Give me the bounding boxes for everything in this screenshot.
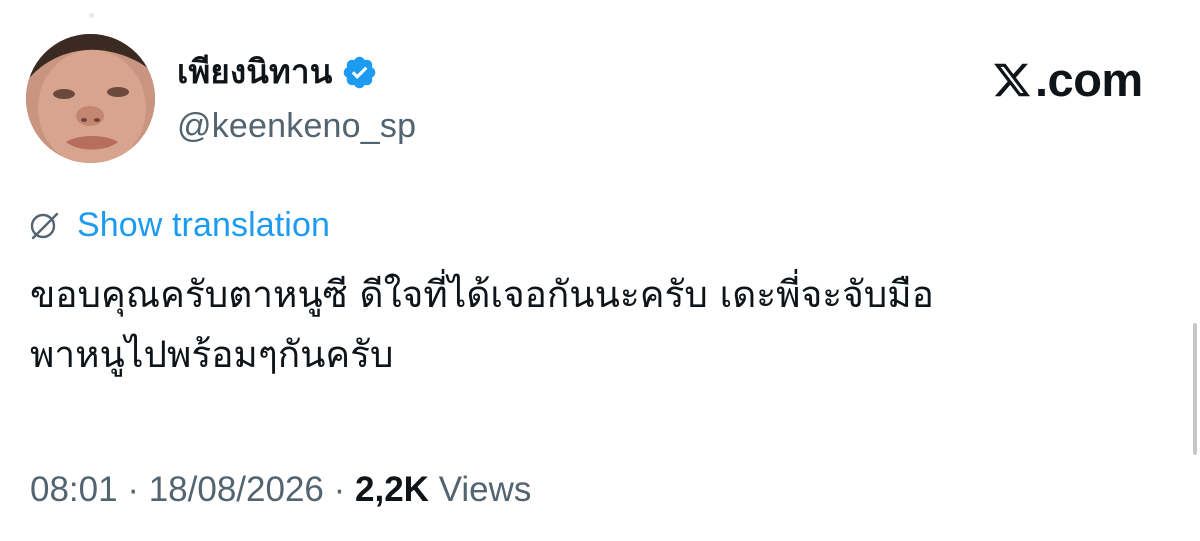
- handle[interactable]: @keenkeno_sp: [177, 104, 416, 148]
- x-brand-logo: .com: [992, 56, 1143, 104]
- x-logo-icon: [994, 63, 1031, 97]
- display-name-row: เพียงนิทาน: [177, 48, 416, 96]
- tweet-text: ขอบคุณครับตาหนูซี ดีใจที่ได้เจอกันนะครับ…: [30, 273, 934, 376]
- scrollbar[interactable]: [1193, 323, 1197, 455]
- tweet-time[interactable]: 08:01: [30, 470, 118, 509]
- x-domain-text: .com: [1035, 53, 1143, 106]
- tweet-date[interactable]: 18/08/2026: [149, 470, 324, 509]
- show-translation-link[interactable]: Show translation: [28, 203, 330, 247]
- profile-photo-icon: [26, 34, 155, 163]
- author-block: เพียงนิทาน @keenkeno_sp: [177, 48, 416, 148]
- tweet-meta: 08:01 · 18/08/2026 · 2,2K Views: [30, 466, 531, 514]
- tweet-card: เพียงนิทาน @keenkeno_sp .com Show transl…: [0, 0, 1200, 541]
- meta-separator: ·: [127, 470, 139, 509]
- views-label: Views: [438, 470, 532, 509]
- meta-separator: ·: [333, 470, 346, 509]
- show-translation-label[interactable]: Show translation: [77, 203, 330, 247]
- display-name[interactable]: เพียงนิทาน: [177, 48, 332, 96]
- top-edge-mark: [89, 13, 94, 18]
- verified-badge-icon[interactable]: [341, 54, 378, 91]
- avatar[interactable]: [26, 34, 155, 163]
- globe-icon: [30, 212, 59, 240]
- views-count[interactable]: 2,2K: [355, 470, 429, 509]
